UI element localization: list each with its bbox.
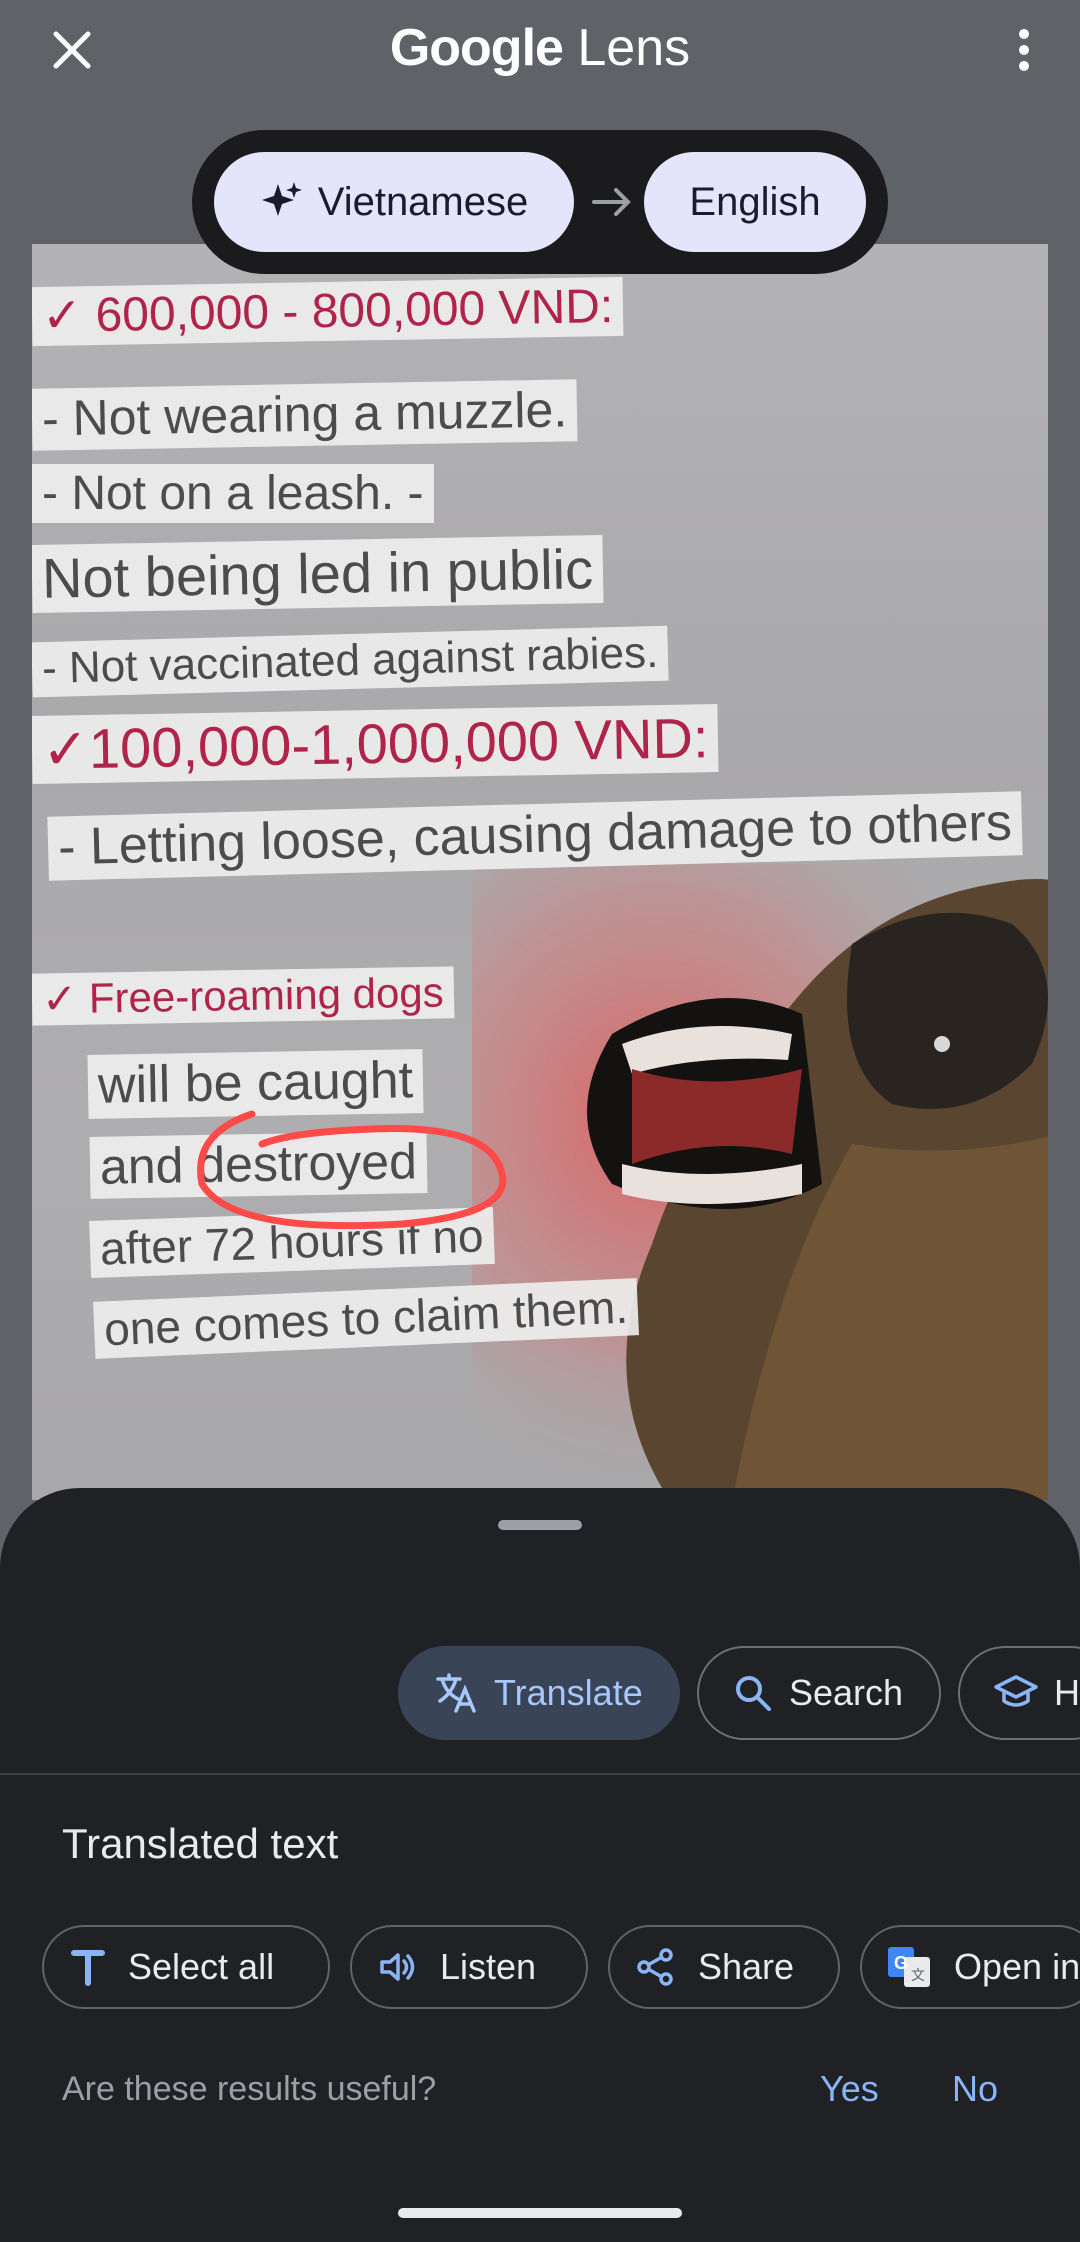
svg-text:文: 文 xyxy=(911,1967,925,1983)
select-all-label: Select all xyxy=(128,1946,275,1987)
tab-homework-label: Ho xyxy=(1054,1672,1080,1713)
translated-text-title: Translated text xyxy=(62,1820,339,1867)
listen-label: Listen xyxy=(440,1946,537,1987)
arrow-right-icon xyxy=(592,188,631,216)
red-circle-annotation xyxy=(197,1110,507,1230)
tab-search-label: Search xyxy=(789,1672,904,1713)
dog-image xyxy=(472,864,1048,1500)
results-sheet: Translate Search Ho Translated text Sele… xyxy=(0,1488,1080,2242)
overlay-line-8: ✓ Free-roaming dogs xyxy=(32,966,455,1026)
google-translate-icon: G 文 xyxy=(888,1947,930,1987)
tab-translate[interactable]: Translate xyxy=(398,1646,680,1740)
app-title: Google Lens xyxy=(0,18,1080,78)
more-options-button[interactable] xyxy=(992,18,1056,82)
select-all-button[interactable]: Select all xyxy=(42,1925,330,2009)
title-brand: Google xyxy=(389,19,564,77)
top-bar: Google Lens xyxy=(0,0,1080,100)
school-icon xyxy=(994,1675,1038,1707)
overlay-line-2: - Not wearing a muzzle. xyxy=(32,379,578,451)
overlay-line-1: ✓ 600,000 - 800,000 VND: xyxy=(32,276,624,347)
overlay-line-6: ✓100,000-1,000,000 VND: xyxy=(32,704,720,785)
share-button[interactable]: Share xyxy=(608,1925,840,2009)
target-language-label: English xyxy=(689,179,821,224)
search-icon xyxy=(736,1676,771,1711)
share-label: Share xyxy=(698,1946,795,1987)
sheet-divider xyxy=(0,1773,1080,1775)
overlay-line-4: Not being led in public xyxy=(32,535,604,614)
open-in-translate-button[interactable]: G 文 Open in xyxy=(860,1925,1080,2009)
tab-search[interactable]: Search xyxy=(697,1646,941,1740)
translate-icon xyxy=(436,1673,476,1713)
source-language-label: Vietnamese xyxy=(317,179,529,224)
feedback-question: Are these results useful? xyxy=(62,2070,437,2108)
feedback-no-button[interactable]: No xyxy=(952,2068,998,2110)
tab-translate-label: Translate xyxy=(494,1672,643,1713)
overlay-line-5: - Not vaccinated against rabies. xyxy=(32,625,669,697)
listen-button[interactable]: Listen xyxy=(350,1925,588,2009)
tab-homework[interactable]: Ho xyxy=(958,1646,1080,1740)
sparkle-icon xyxy=(261,182,302,216)
share-icon xyxy=(637,1948,673,1986)
more-vert-icon xyxy=(1019,29,1029,71)
home-indicator[interactable] xyxy=(398,2208,682,2218)
open-in-label: Open in xyxy=(954,1946,1080,1987)
title-product: Lens xyxy=(577,19,691,77)
drag-handle[interactable] xyxy=(498,1520,582,1530)
speaker-icon xyxy=(380,1953,415,1981)
translated-photo[interactable]: ✓ 600,000 - 800,000 VND: - Not wearing a… xyxy=(32,244,1048,1500)
target-language-button[interactable]: English xyxy=(644,152,866,252)
svg-text:G: G xyxy=(894,1953,908,1973)
source-language-button[interactable]: Vietnamese xyxy=(214,152,574,252)
overlay-line-3: - Not on a leash. - xyxy=(32,464,434,524)
feedback-yes-button[interactable]: Yes xyxy=(820,2068,879,2110)
text-icon xyxy=(71,1950,105,1986)
language-selector: Vietnamese English xyxy=(192,130,888,274)
